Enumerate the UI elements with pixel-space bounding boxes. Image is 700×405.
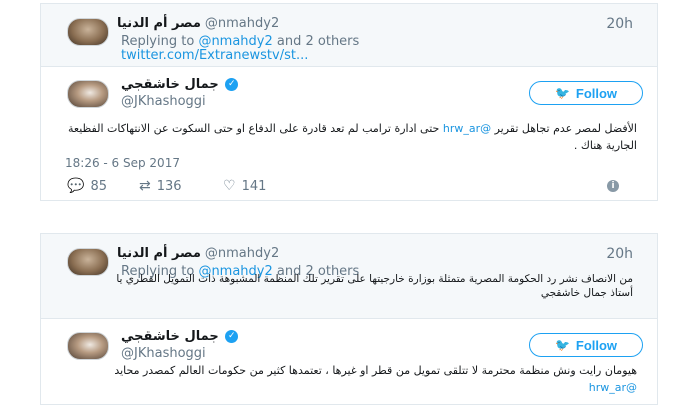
reply-author[interactable]: مصر أم الدنيا @nmahdy2 (117, 246, 279, 261)
tweet-text: الأفضل لمصر عدم تجاهل تقرير @hrw_ar حتى … (63, 120, 637, 154)
tweet-time[interactable]: 20h (606, 16, 633, 32)
retweet-count: 136 (156, 178, 182, 194)
replying-prefix: Replying to (121, 34, 199, 49)
tweet-text: هيومان رايت ونش منظمة محترمة لا تتلقى تم… (63, 362, 637, 396)
reply-handle[interactable]: @nmahdy2 (205, 246, 279, 261)
mention-link[interactable]: @hrw_ar (589, 381, 637, 394)
tweet-link[interactable]: twitter.com/Extranewstv/st... (121, 48, 308, 63)
like-count: 141 (241, 178, 267, 194)
reply-icon: 💬 (67, 178, 85, 194)
mention-link[interactable]: @hrw_ar (443, 122, 491, 135)
avatar[interactable] (67, 18, 109, 46)
reply-author[interactable]: مصر أم الدنيا @nmahdy2 (117, 16, 279, 31)
avatar[interactable] (67, 332, 109, 360)
twitter-bird-icon: 🐦 (554, 338, 570, 352)
tweet-time[interactable]: 20h (606, 246, 633, 262)
author-handle[interactable]: @JKhashoggi (121, 346, 206, 361)
tweet-date[interactable]: 18:26 - 6 Sep 2017 (65, 156, 180, 170)
reply-text: من الانصاف نشر رد الحكومة المصرية متمثلة… (116, 273, 633, 299)
replying-suffix: and 2 others (272, 34, 360, 49)
reply-context[interactable]: مصر أم الدنيا @nmahdy2 20h Replying to @n… (41, 234, 657, 319)
verified-icon: ✓ (225, 330, 239, 343)
reply-count: 85 (90, 178, 107, 194)
reply-handle[interactable]: @nmahdy2 (205, 16, 279, 31)
avatar[interactable] (67, 80, 109, 108)
follow-label: Follow (575, 85, 618, 101)
tweet-actions: 💬 85 ⇄ 136 ♡ 141 i (67, 178, 633, 194)
info-icon[interactable]: i (607, 180, 619, 192)
tweet-card: مصر أم الدنيا @nmahdy2 20h Replying to @n… (40, 233, 658, 405)
reply-display-name[interactable]: مصر أم الدنيا (117, 16, 201, 31)
author-display-name[interactable]: جمال خاشقجي (121, 77, 219, 92)
replying-handle-link[interactable]: @nmahdy2 (198, 34, 272, 49)
reply-button[interactable]: 💬 85 (67, 178, 107, 194)
author-handle[interactable]: @JKhashoggi (121, 94, 206, 109)
tweet-card: مصر أم الدنيا @nmahdy2 20h Replying to @n… (40, 3, 658, 201)
tweet-text-part: هيومان رايت ونش منظمة محترمة لا تتلقى تم… (114, 364, 637, 377)
tweet-text-part: الأفضل لمصر عدم تجاهل تقرير (491, 122, 637, 135)
follow-label: Follow (575, 337, 618, 353)
replying-to: Replying to @nmahdy2 and 2 others (121, 34, 359, 49)
heart-icon: ♡ (223, 178, 236, 194)
retweet-button[interactable]: ⇄ 136 (139, 178, 182, 194)
avatar[interactable] (67, 248, 109, 276)
author-display-name[interactable]: جمال خاشقجي (121, 329, 219, 344)
twitter-bird-icon: 🐦 (554, 86, 570, 100)
like-button[interactable]: ♡ 141 (223, 178, 266, 194)
author-name[interactable]: جمال خاشقجي ✓ (121, 77, 239, 92)
verified-icon: ✓ (225, 78, 239, 91)
reply-display-name[interactable]: مصر أم الدنيا (117, 246, 201, 261)
follow-button[interactable]: 🐦 Follow (529, 333, 643, 357)
retweet-icon: ⇄ (139, 178, 151, 194)
reply-context[interactable]: مصر أم الدنيا @nmahdy2 20h Replying to @n… (41, 4, 657, 67)
follow-button[interactable]: 🐦 Follow (529, 81, 643, 105)
tweet-header: جمال خاشقجي ✓ @JKhashoggi 🐦 Follow (41, 67, 657, 117)
author-name[interactable]: جمال خاشقجي ✓ (121, 329, 239, 344)
